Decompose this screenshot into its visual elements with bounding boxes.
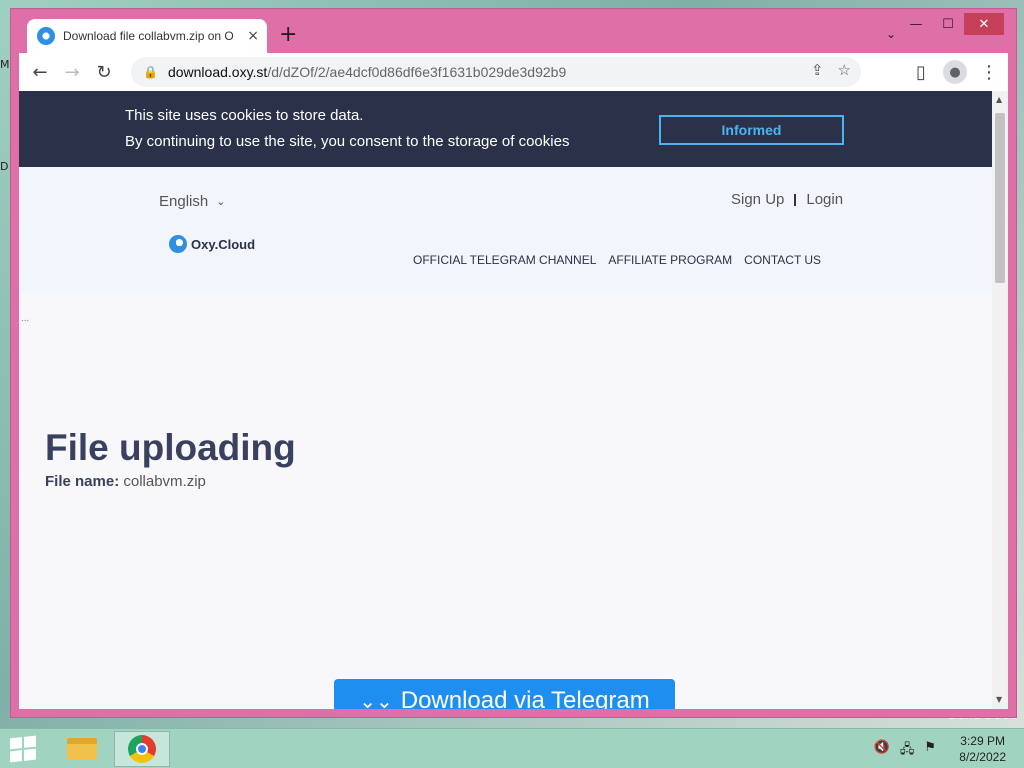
close-window-button[interactable]: ✕ [964,13,1004,35]
taskbar-clock[interactable]: 3:29 PM 8/2/2022 [959,733,1006,765]
main-nav: OFFICIAL TELEGRAM CHANNEL AFFILIATE PROG… [413,253,821,267]
taskbar: 🔇 🖧 ⚑ 3:29 PM 8/2/2022 [0,728,1024,768]
nav-telegram-channel[interactable]: OFFICIAL TELEGRAM CHANNEL [413,253,596,267]
cookie-message-line2: By continuing to use the site, you conse… [125,133,570,150]
site-header: English ⌄ Sign Up Login Oxy.Cloud OFFICI… [19,167,992,293]
volume-muted-icon[interactable]: 🔇 [874,740,890,762]
chrome-icon [128,735,156,763]
clock-date: 8/2/2022 [959,750,1006,764]
browser-window: — ☐ ✕ Download file collabvm.zip on O × … [10,8,1017,718]
minimize-button[interactable]: — [900,13,932,35]
cookie-accept-button[interactable]: Informed [659,115,844,145]
taskbar-file-explorer[interactable] [54,731,110,767]
taskbar-chrome[interactable] [114,731,170,767]
file-name-label: File name: [45,473,120,490]
auth-links: Sign Up Login [731,191,843,208]
download-telegram-button[interactable]: ⌄⌄ Download via Telegram [334,679,675,709]
browser-menu-icon[interactable]: ⋮ [974,57,1004,87]
browser-toolbar: ← → ↻ 🔒 download.oxy.st/d/dZOf/2/ae4dcf0… [19,53,1008,91]
desktop-icon-label[interactable]: D [0,160,8,173]
url-host: download.oxy.st [167,64,268,80]
scrollbar-thumb[interactable] [995,113,1005,283]
new-tab-button[interactable]: + [279,24,297,46]
site-logo[interactable]: Oxy.Cloud [169,235,255,253]
folder-icon [67,738,97,760]
url-path: /d/dZOf/2/ae4dcf0d86df6e3f1631b029de3d92… [267,64,567,80]
download-button-label: Download via Telegram [400,687,650,709]
bookmark-star-icon[interactable]: ☆ [838,61,851,79]
profile-avatar-icon: ● [943,60,967,84]
maximize-button[interactable]: ☐ [932,13,964,35]
omnibox-actions: ⇪ ☆ [811,61,851,79]
signup-link[interactable]: Sign Up [731,191,784,208]
share-icon[interactable]: ⇪ [811,61,824,79]
page-viewport: This site uses cookies to store data. By… [19,91,992,709]
page-title: File uploading [45,427,296,468]
address-bar[interactable]: 🔒 download.oxy.st/d/dZOf/2/ae4dcf0d86df6… [131,57,861,87]
window-controls: — ☐ ✕ [900,13,1004,35]
reload-icon[interactable]: ↻ [89,57,119,87]
cookie-banner: This site uses cookies to store data. By… [19,91,992,167]
start-windows-icon[interactable] [10,735,36,763]
logo-text: Oxy.Cloud [191,236,256,252]
cookie-message-line1: This site uses cookies to store data. [125,107,364,124]
file-name-row: File name: collabvm.zip [45,473,206,490]
system-tray: 🔇 🖧 ⚑ [874,740,936,762]
chevron-down-icon: ⌄ [216,195,226,208]
nav-contact-us[interactable]: CONTACT US [744,253,821,267]
side-panel-icon[interactable]: ▯ [906,57,936,87]
clock-time: 3:29 PM [960,734,1005,748]
url-text[interactable]: download.oxy.st/d/dZOf/2/ae4dcf0d86df6e3… [168,64,566,80]
desktop-icon-label[interactable]: M [0,58,10,71]
tab-close-icon[interactable]: × [247,28,259,44]
language-selector[interactable]: English ⌄ [159,193,225,210]
oxy-favicon-icon [37,27,55,45]
network-icon[interactable]: 🖧 [900,740,915,762]
ellipsis-marker: ... [21,313,30,324]
double-chevron-down-icon: ⌄⌄ [359,689,393,709]
action-center-flag-icon[interactable]: ⚑ [924,740,936,762]
file-name-value: collabvm.zip [123,473,206,490]
browser-tab-active[interactable]: Download file collabvm.zip on O × [27,19,267,53]
oxy-logo-icon [169,235,187,253]
login-link[interactable]: Login [806,191,843,208]
profile-button[interactable]: ● [940,57,970,87]
scroll-down-icon[interactable]: ▼ [996,695,1002,704]
nav-affiliate-program[interactable]: AFFILIATE PROGRAM [608,253,732,267]
scroll-up-icon[interactable]: ▲ [996,95,1002,104]
tab-search-chevron-icon[interactable]: ⌄ [886,27,896,41]
tab-title: Download file collabvm.zip on O [63,29,234,43]
language-label: English [159,193,209,210]
toolbar-right: ▯ ● ⋮ [906,57,1004,87]
forward-arrow-icon[interactable]: → [57,57,87,87]
auth-divider [794,193,797,206]
lock-icon[interactable]: 🔒 [143,65,158,79]
page-scrollbar[interactable]: ▲ ▼ [992,91,1008,709]
back-arrow-icon[interactable]: ← [25,57,55,87]
